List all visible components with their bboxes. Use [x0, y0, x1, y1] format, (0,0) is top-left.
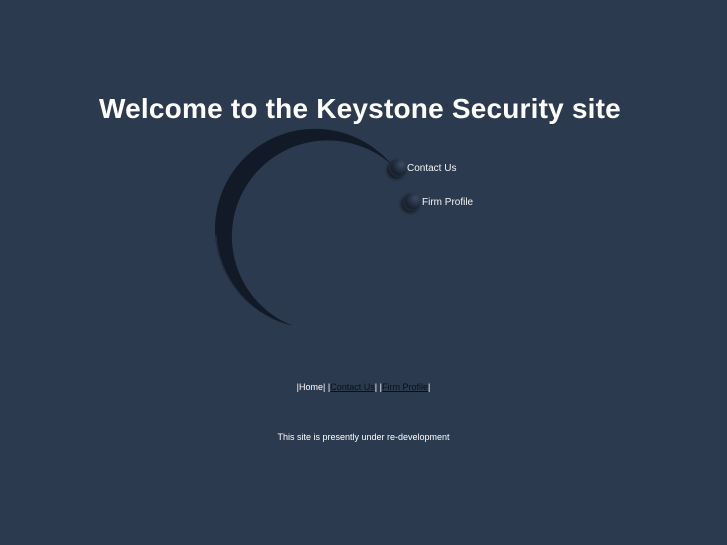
footer-home-link[interactable]: Home: [299, 382, 323, 392]
nav-firm-label: Firm Profile: [422, 196, 474, 208]
crescent-arc-highlight: [215, 234, 297, 328]
separator: |: [427, 382, 431, 392]
footer-contact-link[interactable]: Contact Us: [330, 382, 375, 392]
page: Welcome to the Keystone Security site Co…: [0, 0, 727, 545]
separator: |: [323, 382, 326, 392]
crescent-arc-shadow: [215, 128, 392, 327]
page-title: Welcome to the Keystone Security site: [99, 93, 621, 124]
footer-nav: |Home| |Contact Us| |Firm Profile|: [0, 381, 727, 393]
nav-contact-label: Contact Us: [407, 162, 457, 174]
status-message: This site is presently under re-developm…: [277, 432, 450, 442]
circle-bullet-icon: [403, 193, 421, 211]
crescent-orbit-graphic: [215, 128, 392, 328]
circle-bullet-icon: [389, 159, 407, 177]
nav-firm-profile[interactable]: Firm Profile: [403, 193, 473, 211]
footer-firm-link[interactable]: Firm Profile: [382, 382, 428, 392]
separator: |: [374, 382, 378, 392]
nav-contact-us[interactable]: Contact Us: [389, 159, 456, 177]
